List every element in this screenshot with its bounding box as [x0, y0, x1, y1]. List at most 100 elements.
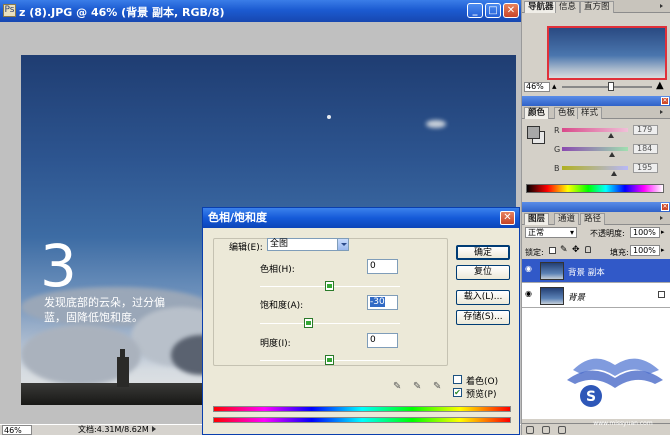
tab-layers[interactable]: 图层 [524, 213, 550, 225]
maximize-button[interactable]: □ [485, 3, 501, 18]
opacity-arrow-icon[interactable]: ▸ [661, 228, 665, 236]
hue-spectrum-top [213, 406, 511, 412]
preview-label: 预览(P) [466, 390, 497, 400]
color-tabs: 颜色 色板 样式 [522, 106, 670, 119]
eyedropper-icon[interactable]: ✎ [393, 382, 403, 392]
hue-label: 色相(H): [260, 265, 295, 275]
save-button[interactable]: 存储(S)... [456, 310, 510, 325]
dialog-close-button[interactable]: ✕ [500, 211, 515, 225]
lock-position-move-icon[interactable]: ✥ [572, 245, 580, 255]
eye-icon[interactable]: ◉ [525, 290, 533, 298]
zoom-field[interactable]: 46% [2, 425, 32, 435]
saturation-label: 饱和度(A): [260, 301, 304, 311]
navigator-zoom-field[interactable]: 46% [524, 82, 550, 92]
tab-color[interactable]: 颜色 [524, 107, 550, 119]
tab-info[interactable]: 信息 [555, 1, 581, 13]
lock-all-icon[interactable] [585, 246, 591, 253]
chevron-down-icon[interactable] [337, 239, 348, 250]
red-slider[interactable] [562, 128, 628, 132]
navigator-zoom-handle[interactable] [608, 82, 614, 91]
hue-input[interactable]: 0 [367, 259, 398, 274]
palette-menu-icon[interactable] [660, 109, 667, 116]
green-slider[interactable] [562, 147, 628, 151]
minimize-button[interactable]: _ [467, 3, 483, 18]
eye-icon[interactable]: ◉ [525, 265, 533, 273]
fill-arrow-icon[interactable]: ▸ [661, 246, 665, 254]
edit-dropdown[interactable]: 全图 [267, 238, 349, 251]
color-palette-titlebar[interactable]: ✕ [522, 96, 670, 106]
saturation-slider-track[interactable] [260, 323, 400, 324]
lightness-label: 明度(I): [260, 339, 291, 349]
hue-saturation-dialog: 色相/饱和度 ✕ 编辑(E): 全图 色相(H): 0 饱和度(A): -30 … [202, 207, 520, 435]
eyedropper-plus-icon[interactable]: ✎ [413, 382, 423, 392]
tab-swatches[interactable]: 色板 [554, 107, 580, 119]
palette-menu-icon[interactable] [660, 3, 667, 10]
eyedropper-minus-icon[interactable]: ✎ [433, 382, 443, 392]
saturation-input[interactable]: -30 [367, 295, 398, 310]
moon [327, 115, 331, 119]
layer-name: 背景 [568, 293, 586, 303]
red-label: R [554, 126, 560, 135]
lightness-slider-thumb[interactable] [325, 355, 334, 365]
step-text: 发现底部的云朵，过分偏蓝，固降低饱和度。 [44, 296, 165, 324]
blue-value[interactable]: 195 [633, 163, 658, 173]
opacity-label: 不透明度: [590, 229, 625, 238]
opacity-field[interactable]: 100% [630, 227, 660, 238]
red-slider-handle[interactable] [608, 133, 614, 138]
pagoda [117, 349, 129, 387]
green-label: G [554, 145, 561, 154]
lock-pixels-brush-icon[interactable]: ✎ [560, 245, 568, 255]
layer-style-icon[interactable] [542, 426, 550, 434]
tab-styles[interactable]: 样式 [577, 107, 603, 119]
tab-histogram[interactable]: 直方图 [580, 1, 614, 13]
red-value[interactable]: 179 [633, 125, 658, 135]
edit-label: 编辑(E): [229, 243, 263, 253]
tab-channels[interactable]: 通道 [554, 213, 580, 225]
zoom-in-icon[interactable]: ▲ [656, 80, 664, 91]
zoom-out-icon[interactable]: ▴ [552, 82, 557, 92]
layer-thumbnail [540, 287, 564, 305]
reset-button[interactable]: 复位 [456, 265, 510, 280]
navigator-thumbnail[interactable] [547, 26, 667, 80]
layers-palette-titlebar[interactable]: ✕ [522, 202, 670, 212]
green-value[interactable]: 184 [633, 144, 658, 154]
layer-row-background-copy[interactable]: ◉ 背景 副本 [522, 259, 670, 283]
adjust-group [213, 238, 448, 366]
navigator-tabs: 导航器 信息 直方图 [522, 0, 670, 13]
tab-navigator[interactable]: 导航器 [524, 1, 558, 13]
hue-slider-thumb[interactable] [325, 281, 334, 291]
fill-label: 填充: [610, 248, 629, 257]
navigator-zoom-slider[interactable] [562, 86, 652, 88]
layer-name: 背景 副本 [568, 268, 605, 278]
dialog-title[interactable]: 色相/饱和度 [203, 208, 519, 228]
missyuan-watermark-logo: S 思缘联盟 www.missyuan.com [567, 358, 663, 427]
document-titlebar[interactable]: Ps z (8).JPG @ 46% (背景 副本, RGB/8) _ □ ✕ [0, 0, 521, 22]
close-document-button[interactable]: ✕ [503, 3, 519, 18]
edit-value: 全图 [270, 239, 289, 249]
color-spectrum-bar[interactable] [526, 184, 664, 193]
close-icon[interactable]: ✕ [661, 203, 669, 211]
blue-label: B [554, 164, 560, 173]
colorize-checkbox[interactable] [453, 375, 462, 384]
lock-transparency-icon[interactable] [549, 247, 556, 254]
layer-row-background[interactable]: ◉ 背景 [522, 284, 670, 308]
photoshop-file-icon: Ps [3, 4, 16, 17]
load-button[interactable]: 载入(L)... [456, 290, 510, 305]
fill-field[interactable]: 100% [630, 245, 660, 256]
ok-button[interactable]: 确定 [456, 245, 510, 260]
blue-slider[interactable] [562, 166, 628, 170]
link-layers-icon[interactable] [526, 426, 534, 434]
blue-slider-handle[interactable] [611, 171, 617, 176]
svg-text:思缘联盟: 思缘联盟 [602, 386, 656, 419]
palette-menu-icon[interactable] [660, 215, 667, 222]
tab-paths[interactable]: 路径 [580, 213, 606, 225]
close-icon[interactable]: ✕ [661, 97, 669, 105]
green-slider-handle[interactable] [609, 152, 615, 157]
blend-mode-select[interactable]: 正常 ▾ [525, 227, 577, 238]
saturation-slider-thumb[interactable] [304, 318, 313, 328]
preview-checkbox[interactable]: ✔ [453, 388, 462, 397]
status-menu-arrow-icon[interactable] [152, 426, 156, 432]
foreground-color-swatch[interactable] [527, 126, 540, 139]
lightness-input[interactable]: 0 [367, 333, 398, 348]
svg-text:www.missyuan.com: www.missyuan.com [593, 420, 653, 427]
